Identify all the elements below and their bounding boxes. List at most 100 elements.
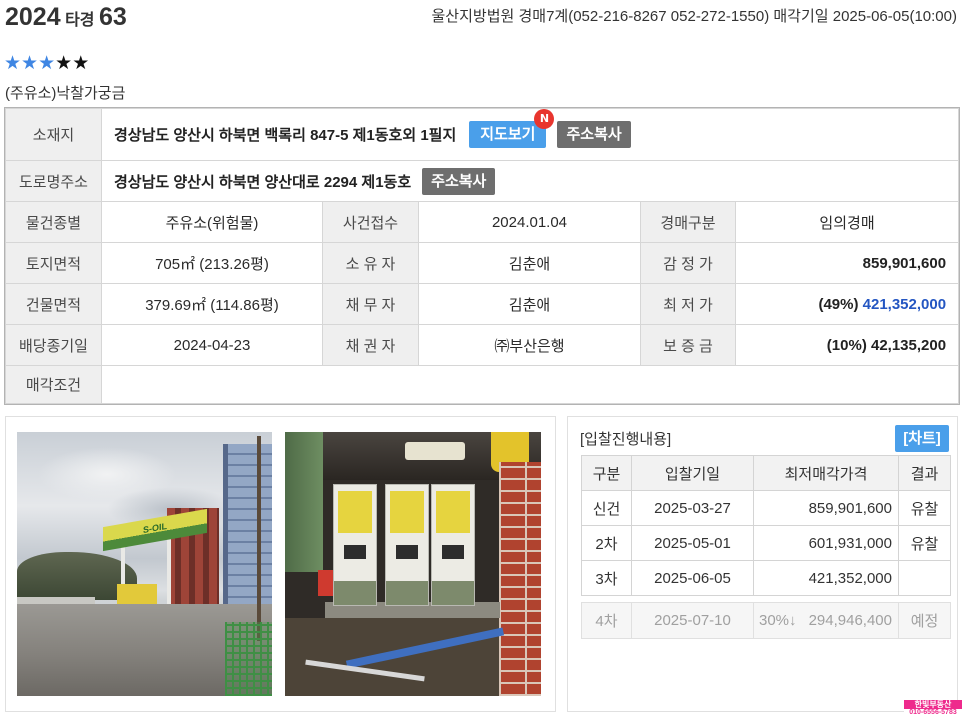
land-area-label: 토지면적 — [5, 242, 102, 284]
next-price-content: 30%↓ 294,946,400 — [754, 612, 898, 629]
next-price-cell: 30%↓ 294,946,400 — [753, 602, 899, 639]
dispenser-base — [432, 581, 474, 605]
location-label: 소재지 — [5, 108, 102, 161]
deposit-value: 42,135,200 — [870, 336, 947, 354]
date-header: 입찰기일 — [631, 455, 754, 491]
bid-round: 3차 — [581, 560, 632, 596]
owner-label: 소 유 자 — [322, 242, 419, 284]
star-icon: ★ — [21, 52, 39, 74]
creditor-label: 채 권 자 — [322, 324, 419, 366]
info-row: 물건종별 주유소(위험물) 사건접수 2024.01.04 경매구분 임의경매 — [5, 201, 960, 243]
copy-road-address-button[interactable]: 주소복사 — [422, 167, 496, 195]
result-header: 결과 — [898, 455, 951, 491]
canopy-pillar — [167, 532, 171, 604]
case-serial: 63 — [98, 3, 127, 31]
canopy-sign: S-OIL — [143, 520, 167, 536]
map-view-button[interactable]: 지도보기 N — [469, 109, 555, 148]
minimum-price-label: 최 저 가 — [640, 283, 736, 325]
bid-price: 421,352,000 — [753, 560, 899, 596]
minimum-price-percent: (49%) — [818, 295, 859, 313]
brick-wall — [499, 462, 541, 696]
bid-round: 신건 — [581, 490, 632, 526]
building-area-label: 건물면적 — [5, 283, 102, 325]
star-icon: ★ — [55, 52, 73, 74]
owner-value: 김춘애 — [418, 242, 641, 284]
bid-date: 2025-03-27 — [631, 490, 754, 526]
minimum-price-cell: (49%) 421,352,000 — [734, 283, 960, 325]
dispenser-base — [334, 581, 376, 605]
star-icon: ★ — [38, 52, 56, 74]
dispenser-panel — [390, 491, 424, 533]
debtor-value: 김춘애 — [418, 283, 641, 325]
location-cell: 경상남도 양산시 하북면 백록리 847-5 제1동호외 1필지 지도보기 N … — [100, 108, 960, 161]
dispenser-panel — [436, 491, 470, 533]
copy-address-button[interactable]: 주소복사 — [557, 121, 631, 148]
chart-button[interactable]: [차트] — [895, 425, 949, 452]
road-address-value: 경상남도 양산시 하북면 양산대로 2294 제1동호 — [114, 173, 412, 191]
map-view-label: 지도보기 — [480, 126, 536, 143]
red-sign — [318, 570, 334, 596]
location-address: 경상남도 양산시 하북면 백록리 847-5 제1동호외 1필지 — [114, 127, 457, 144]
bid-round-row: 신건 2025-03-27 859,901,600 유찰 — [581, 490, 951, 526]
dispenser-screen — [442, 545, 464, 559]
minimum-price-value: 421,352,000 — [862, 295, 947, 313]
green-fence — [225, 622, 272, 696]
property-photo-exterior[interactable]: S-OIL — [17, 432, 272, 696]
claim-deadline-label: 배당종기일 — [5, 324, 102, 366]
appraisal-label: 감 정 가 — [640, 242, 736, 284]
realty-logo-name: 한빛부동산 — [904, 700, 962, 709]
bidding-history-table: 구분 입찰기일 최저매각가격 결과 신건 2025-03-27 859,901,… — [581, 455, 951, 596]
appraisal-value: 859,901,600 — [734, 242, 960, 284]
bid-result: 유찰 — [898, 490, 951, 526]
bid-round-row: 2차 2025-05-01 601,931,000 유찰 — [581, 525, 951, 561]
building-area-value: 379.69㎡ (114.86평) — [101, 283, 323, 325]
next-round: 4차 — [581, 602, 632, 639]
road-address-cell: 경상남도 양산시 하북면 양산대로 2294 제1동호 주소복사 — [100, 160, 960, 202]
new-badge: N — [534, 109, 555, 129]
road-address-row: 도로명주소 경상남도 양산시 하북면 양산대로 2294 제1동호 주소복사 — [5, 160, 960, 202]
round-header: 구분 — [581, 455, 632, 491]
next-round-table: 4차 2025-07-10 30%↓ 294,946,400 예정 — [581, 602, 951, 639]
price-header: 최저매각가격 — [753, 455, 899, 491]
dispenser-screen — [396, 545, 418, 559]
memo-text: (주유소)낙찰가궁금 — [5, 85, 126, 102]
case-received-value: 2024.01.04 — [418, 201, 641, 243]
case-number: 2024 타경 63 — [5, 1, 127, 37]
case-received-label: 사건접수 — [322, 201, 419, 243]
next-price: 294,946,400 — [808, 612, 892, 629]
fuel-pump — [117, 584, 157, 604]
deposit-percent: (10%) — [826, 336, 867, 354]
road-address-label: 도로명주소 — [5, 160, 102, 202]
realty-logo: 한빛부동산 010-6556-5783 — [904, 700, 962, 717]
case-year: 2024 — [5, 3, 61, 31]
debtor-label: 채 무 자 — [322, 283, 419, 325]
auction-type-value: 임의경매 — [734, 201, 960, 243]
location-content: 경상남도 양산시 하북면 백록리 847-5 제1동호외 1필지 지도보기 N … — [114, 109, 958, 148]
sale-conditions-row: 매각조건 — [5, 365, 960, 404]
bid-date: 2025-06-05 — [631, 560, 754, 596]
court-info: 울산지방법원 경매7계(052-216-8267 052-272-1550) 매… — [431, 8, 958, 25]
star-icon: ★ — [72, 52, 90, 74]
info-row: 토지면적 705㎡ (213.26평) 소 유 자 김춘애 감 정 가 859,… — [5, 242, 960, 284]
next-reduction: 30%↓ — [759, 612, 797, 629]
dispenser-panel — [338, 491, 372, 533]
rating-stars[interactable]: ★★★★★ — [4, 53, 89, 73]
next-result: 예정 — [898, 602, 951, 639]
dispenser-screen — [344, 545, 366, 559]
auction-type-label: 경매구분 — [640, 201, 736, 243]
sale-conditions-value — [100, 365, 960, 404]
info-row: 배당종기일 2024-04-23 채 권 자 ㈜부산은행 보 증 금 (10%)… — [5, 324, 960, 366]
property-photo-dispensers[interactable] — [285, 432, 541, 696]
road-address-content: 경상남도 양산시 하북면 양산대로 2294 제1동호 주소복사 — [114, 167, 958, 195]
location-row: 소재지 경상남도 양산시 하북면 백록리 847-5 제1동호외 1필지 지도보… — [5, 108, 960, 161]
deposit-cell: (10%) 42,135,200 — [734, 324, 960, 366]
creditor-value: ㈜부산은행 — [418, 324, 641, 366]
bidding-history-title: [입찰진행내용] — [580, 431, 672, 448]
fuel-dispenser — [333, 484, 377, 606]
utility-pole — [257, 436, 261, 641]
bid-result — [898, 560, 951, 596]
bid-price: 601,931,000 — [753, 525, 899, 561]
info-row: 건물면적 379.69㎡ (114.86평) 채 무 자 김춘애 최 저 가 (… — [5, 283, 960, 325]
office-building — [223, 444, 272, 624]
bid-price: 859,901,600 — [753, 490, 899, 526]
